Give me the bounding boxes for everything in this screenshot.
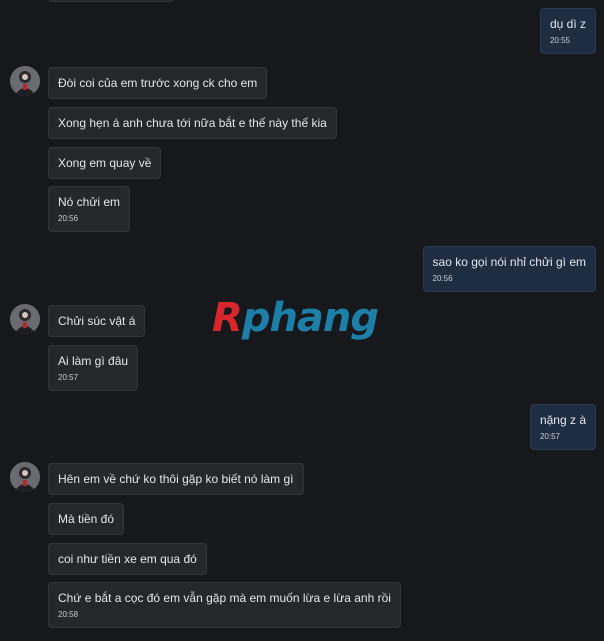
message-text: Đòi coi của em trước xong ck cho em [58,76,258,90]
message-time: 20:57 [58,373,79,382]
incoming-message[interactable]: Xong hẹn á anh chưa tới nữa bắt e thế nà… [48,107,337,139]
message-text: Xong hẹn á anh chưa tới nữa bắt e thế nà… [58,116,327,130]
message-text: Nó chửi em [58,195,121,209]
message-text: Mà tiền đó [58,512,115,526]
message-text: Hên em về chứ ko thôi gặp ko biết nó làm… [58,472,294,486]
watermark-letter: R [212,295,243,341]
message-time: 20:55 [549,36,570,45]
incoming-message[interactable]: Đòi coi của em trước xong ck cho em [48,67,268,99]
message-text: Xong em quay về [58,156,152,170]
incoming-message[interactable]: Xong em quay về [48,147,162,179]
message-time: 20:58 [58,610,79,619]
message-text: Chứ e bắt a cọc đó em vẫn gặp mà em muốn… [58,591,391,605]
partial-message-bubble [48,0,174,2]
message-text: coi như tiền xe em qua đó [58,552,197,566]
avatar-image [10,304,40,334]
message-text: sao ko gọi nói nhỉ chửi gì em [432,255,586,269]
watermark-word: phang [241,295,379,341]
message-time: 20:57 [539,432,560,441]
avatar-image [10,66,40,96]
outgoing-message[interactable]: nặng z à 20:57 [529,404,596,450]
incoming-message[interactable]: Ai làm gì đâu 20:57 [48,345,139,391]
contact-avatar[interactable] [10,462,40,492]
message-text: dụ dì z [549,17,586,31]
incoming-message[interactable]: Chửi súc vật á [48,305,146,337]
message-text: nặng z à [539,413,586,427]
avatar-image [10,462,40,492]
incoming-message[interactable]: Chứ e bắt a cọc đó em vẫn gặp mà em muốn… [48,582,401,628]
outgoing-message[interactable]: dụ dì z 20:55 [539,8,596,54]
message-time: 20:56 [58,214,79,223]
watermark-logo: Rphang [212,290,379,346]
contact-avatar[interactable] [10,304,40,334]
incoming-message[interactable]: coi như tiền xe em qua đó [48,543,207,575]
message-text: Ai làm gì đâu [58,354,129,368]
incoming-message[interactable]: Hên em về chứ ko thôi gặp ko biết nó làm… [48,463,304,495]
contact-avatar[interactable] [10,66,40,96]
message-text: Chửi súc vật á [58,314,136,328]
incoming-message[interactable]: Nó chửi em 20:56 [48,186,131,232]
message-time: 20:56 [432,274,453,283]
chat-area: dụ dì z 20:55 Đòi coi của em trước xong … [0,0,604,641]
incoming-message[interactable]: Mà tiền đó [48,503,125,535]
outgoing-message[interactable]: sao ko gọi nói nhỉ chửi gì em 20:56 [422,246,596,292]
